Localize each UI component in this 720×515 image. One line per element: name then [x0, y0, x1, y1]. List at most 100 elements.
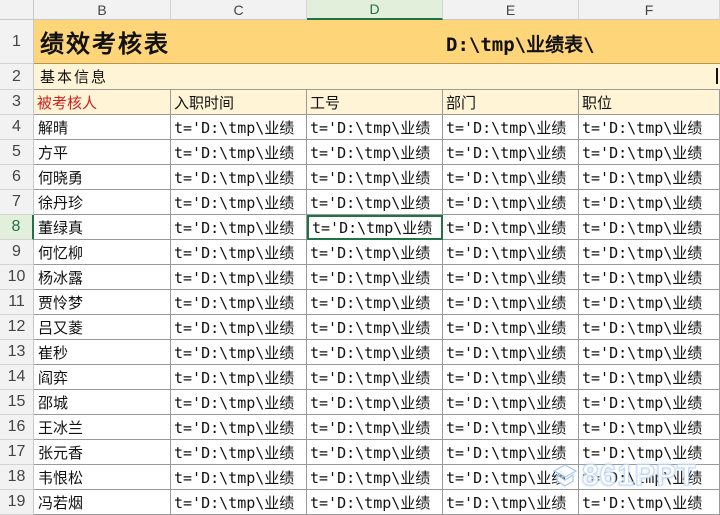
formula-cell-d[interactable]: t='D:\tmp\业绩	[307, 415, 443, 440]
column-header-f[interactable]: F	[579, 0, 720, 20]
formula-cell-c[interactable]: t='D:\tmp\业绩	[171, 165, 307, 190]
formula-cell-d[interactable]: t='D:\tmp\业绩	[307, 265, 443, 290]
column-header-c[interactable]: C	[171, 0, 307, 20]
name-cell[interactable]: 贾怜梦	[34, 290, 171, 315]
name-cell[interactable]: 韦恨松	[34, 465, 171, 490]
formula-cell-f[interactable]: t='D:\tmp\业绩	[579, 165, 720, 190]
formula-cell-f[interactable]: t='D:\tmp\业绩	[579, 215, 720, 240]
row-header-1[interactable]: 1	[0, 20, 34, 64]
column-header-d[interactable]: D	[307, 0, 443, 20]
row-header-18[interactable]: 18	[0, 465, 34, 490]
formula-cell-c[interactable]: t='D:\tmp\业绩	[171, 190, 307, 215]
row-header-11[interactable]: 11	[0, 290, 34, 315]
row-header-16[interactable]: 16	[0, 415, 34, 440]
name-cell[interactable]: 阎弈	[34, 365, 171, 390]
formula-cell-e[interactable]: t='D:\tmp\业绩	[443, 215, 579, 240]
formula-cell-f[interactable]: t='D:\tmp\业绩	[579, 390, 720, 415]
formula-cell-f[interactable]: t='D:\tmp\业绩	[579, 290, 720, 315]
formula-cell-e[interactable]: t='D:\tmp\业绩	[443, 290, 579, 315]
name-cell[interactable]: 徐丹珍	[34, 190, 171, 215]
formula-cell-e[interactable]: t='D:\tmp\业绩	[443, 415, 579, 440]
name-cell[interactable]: 何晓勇	[34, 165, 171, 190]
row-header-6[interactable]: 6	[0, 165, 34, 190]
formula-cell-f[interactable]: t='D:\tmp\业绩	[579, 265, 720, 290]
formula-cell-c[interactable]: t='D:\tmp\业绩	[171, 390, 307, 415]
name-cell[interactable]: 杨冰露	[34, 265, 171, 290]
formula-cell-f[interactable]: t='D:\tmp\业绩	[579, 140, 720, 165]
row-header-5[interactable]: 5	[0, 140, 34, 165]
formula-cell-d[interactable]: t='D:\tmp\业绩	[307, 165, 443, 190]
select-all-corner[interactable]	[0, 0, 34, 20]
name-cell[interactable]: 方平	[34, 140, 171, 165]
formula-cell-e[interactable]: t='D:\tmp\业绩	[443, 165, 579, 190]
formula-cell-c[interactable]: t='D:\tmp\业绩	[171, 140, 307, 165]
row-header-13[interactable]: 13	[0, 340, 34, 365]
row-header-9[interactable]: 9	[0, 240, 34, 265]
row-header-10[interactable]: 10	[0, 265, 34, 290]
formula-cell-d[interactable]: t='D:\tmp\业绩	[307, 390, 443, 415]
formula-cell-e[interactable]: t='D:\tmp\业绩	[443, 315, 579, 340]
formula-cell-c[interactable]: t='D:\tmp\业绩	[171, 490, 307, 515]
header-cell-position[interactable]: 职位	[579, 90, 720, 115]
formula-cell-f[interactable]: t='D:\tmp\业绩	[579, 365, 720, 390]
formula-cell-c[interactable]: t='D:\tmp\业绩	[171, 440, 307, 465]
name-cell[interactable]: 何忆柳	[34, 240, 171, 265]
formula-cell-c[interactable]: t='D:\tmp\业绩	[171, 415, 307, 440]
formula-cell-f[interactable]: t='D:\tmp\业绩	[579, 240, 720, 265]
formula-cell-d[interactable]: t='D:\tmp\业绩	[307, 240, 443, 265]
name-cell[interactable]: 张元香	[34, 440, 171, 465]
formula-cell-c[interactable]: t='D:\tmp\业绩	[171, 365, 307, 390]
row-header-19[interactable]: 19	[0, 490, 34, 515]
formula-cell-c[interactable]: t='D:\tmp\业绩	[171, 465, 307, 490]
row-header-7[interactable]: 7	[0, 190, 34, 215]
row-header-4[interactable]: 4	[0, 115, 34, 140]
formula-cell-e[interactable]: t='D:\tmp\业绩	[443, 115, 579, 140]
section-row[interactable]	[34, 64, 720, 90]
formula-cell-e[interactable]: t='D:\tmp\业绩	[443, 365, 579, 390]
row-header-14[interactable]: 14	[0, 365, 34, 390]
formula-cell-e[interactable]: t='D:\tmp\业绩	[443, 140, 579, 165]
formula-cell-c[interactable]: t='D:\tmp\业绩	[171, 340, 307, 365]
name-cell[interactable]: 邵城	[34, 390, 171, 415]
formula-cell-f[interactable]: t='D:\tmp\业绩	[579, 190, 720, 215]
header-cell-employee-id[interactable]: 工号	[307, 90, 443, 115]
formula-cell-d[interactable]: t='D:\tmp\业绩	[307, 290, 443, 315]
formula-cell-d[interactable]: t='D:\tmp\业绩	[307, 215, 443, 240]
formula-cell-e[interactable]: t='D:\tmp\业绩	[443, 340, 579, 365]
row-header-17[interactable]: 17	[0, 440, 34, 465]
row-header-3[interactable]: 3	[0, 90, 34, 115]
name-cell[interactable]: 王冰兰	[34, 415, 171, 440]
formula-cell-d[interactable]: t='D:\tmp\业绩	[307, 140, 443, 165]
formula-cell-f[interactable]: t='D:\tmp\业绩	[579, 115, 720, 140]
header-cell-hire-date[interactable]: 入职时间	[171, 90, 307, 115]
formula-cell-f[interactable]: t='D:\tmp\业绩	[579, 340, 720, 365]
formula-cell-f[interactable]: t='D:\tmp\业绩	[579, 415, 720, 440]
row-header-8[interactable]: 8	[0, 215, 34, 240]
row-header-12[interactable]: 12	[0, 315, 34, 340]
formula-cell-d[interactable]: t='D:\tmp\业绩	[307, 365, 443, 390]
formula-cell-c[interactable]: t='D:\tmp\业绩	[171, 265, 307, 290]
formula-cell-c[interactable]: t='D:\tmp\业绩	[171, 315, 307, 340]
formula-cell-d[interactable]: t='D:\tmp\业绩	[307, 440, 443, 465]
formula-cell-e[interactable]: t='D:\tmp\业绩	[443, 390, 579, 415]
formula-cell-c[interactable]: t='D:\tmp\业绩	[171, 115, 307, 140]
formula-cell-c[interactable]: t='D:\tmp\业绩	[171, 215, 307, 240]
name-cell[interactable]: 解晴	[34, 115, 171, 140]
header-cell-department[interactable]: 部门	[443, 90, 579, 115]
formula-cell-e[interactable]: t='D:\tmp\业绩	[443, 190, 579, 215]
formula-cell-c[interactable]: t='D:\tmp\业绩	[171, 290, 307, 315]
formula-cell-c[interactable]: t='D:\tmp\业绩	[171, 240, 307, 265]
formula-cell-d[interactable]: t='D:\tmp\业绩	[307, 465, 443, 490]
row-header-15[interactable]: 15	[0, 390, 34, 415]
formula-cell-d[interactable]: t='D:\tmp\业绩	[307, 340, 443, 365]
formula-cell-d[interactable]: t='D:\tmp\业绩	[307, 490, 443, 515]
formula-cell-d[interactable]: t='D:\tmp\业绩	[307, 115, 443, 140]
formula-cell-f[interactable]: t='D:\tmp\业绩	[579, 315, 720, 340]
column-header-e[interactable]: E	[443, 0, 579, 20]
row-header-2[interactable]: 2	[0, 64, 34, 90]
formula-cell-d[interactable]: t='D:\tmp\业绩	[307, 315, 443, 340]
column-header-b[interactable]: B	[34, 0, 171, 20]
formula-cell-d[interactable]: t='D:\tmp\业绩	[307, 190, 443, 215]
name-cell[interactable]: 崔秒	[34, 340, 171, 365]
formula-cell-e[interactable]: t='D:\tmp\业绩	[443, 265, 579, 290]
